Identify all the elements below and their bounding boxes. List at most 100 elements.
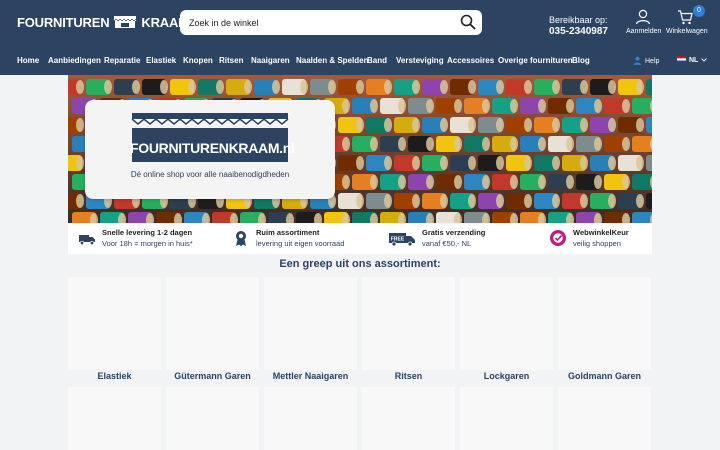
- category-tile-lockgaren[interactable]: [460, 277, 553, 370]
- spool-end: [482, 99, 490, 113]
- hero-tagline: Dé online shop voor alle naaibenodigdhed…: [130, 170, 290, 179]
- nav-item-aanbiedingen[interactable]: Aanbiedingen: [48, 56, 101, 65]
- spool-end: [510, 175, 518, 189]
- nav-item-elastiek[interactable]: Elastiek: [146, 56, 176, 65]
- category-label[interactable]: Ritsen: [362, 371, 455, 381]
- spool-end: [510, 137, 518, 151]
- help-label: Help: [645, 58, 660, 65]
- language-selector[interactable]: NL: [677, 56, 708, 65]
- spool-end: [552, 194, 560, 208]
- cart-button[interactable]: 0 Winkelwagen: [666, 5, 708, 35]
- spool-end: [398, 137, 406, 151]
- help-user-icon: [633, 56, 642, 67]
- nav-item-home[interactable]: Home: [17, 56, 39, 65]
- category-label[interactable]: Gütermann Garen: [166, 371, 259, 381]
- search-bar: [180, 10, 482, 35]
- spool-end: [216, 80, 224, 94]
- category-tile-gutermann-garen[interactable]: [166, 277, 259, 370]
- usp-webwinkelkeur[interactable]: WebwinkelKeur veilig shoppen: [549, 227, 629, 249]
- spool-end: [594, 99, 602, 113]
- contact-info: Bereikbaar op: 035-2340987: [549, 14, 608, 38]
- assortment-title: Een greep uit ons assortiment:: [279, 258, 441, 270]
- main-nav: Home Aanbiedingen Reparatie Elastiek Kno…: [0, 56, 720, 70]
- nav-item-accessoires[interactable]: Accessoires: [447, 56, 494, 65]
- contact-phone[interactable]: 035-2340987: [549, 26, 608, 38]
- spool-end: [594, 175, 602, 189]
- nav-item-blog[interactable]: Blog: [572, 56, 590, 65]
- spool-end: [524, 156, 532, 170]
- spool-end: [636, 156, 644, 170]
- spool-end: [468, 194, 476, 208]
- nav-item-reparatie[interactable]: Reparatie: [104, 56, 140, 65]
- usp-bar: Snelle levering 1-2 dagen Voor 18h = mor…: [68, 224, 652, 254]
- nav-item-ritsen[interactable]: Ritsen: [219, 56, 243, 65]
- cart-label: Winkelwagen: [666, 28, 708, 35]
- spool-end: [524, 80, 532, 94]
- usp-title: Gratis verzending: [422, 228, 486, 237]
- logo-text-left: FOURNITUREN: [17, 14, 110, 30]
- spool-end: [622, 99, 630, 113]
- thread-spool: [632, 174, 652, 190]
- category-tile[interactable]: [460, 387, 553, 450]
- spool-end: [426, 137, 434, 151]
- category-tile[interactable]: [166, 387, 259, 450]
- spool-end: [384, 80, 392, 94]
- category-tile-mettler-naaigaren[interactable]: [264, 277, 357, 370]
- usp-subtitle: vanaf €50,- NL: [422, 239, 472, 248]
- spool-end: [524, 194, 532, 208]
- nav-item-knopen[interactable]: Knopen: [183, 56, 213, 65]
- spool-end: [440, 156, 448, 170]
- usp-fast-delivery: Snelle levering 1-2 dagen Voor 18h = mor…: [78, 227, 193, 249]
- spool-end: [622, 175, 630, 189]
- category-tile[interactable]: [68, 387, 161, 450]
- nav-item-naalden-spelden[interactable]: Naalden & Spelden: [296, 56, 368, 65]
- nav-item-band[interactable]: Band: [367, 56, 387, 65]
- nav-item-versteviging[interactable]: Versteviging: [396, 56, 444, 65]
- category-label[interactable]: Lockgaren: [460, 371, 553, 381]
- usp-free-shipping: FREE Gratis verzending vanaf €50,- NL: [388, 227, 485, 249]
- spool-end: [636, 194, 644, 208]
- spool-end: [608, 80, 616, 94]
- category-label[interactable]: Goldmann Garen: [558, 371, 651, 381]
- spool-end: [76, 80, 84, 94]
- cart-icon: 0: [666, 5, 705, 25]
- category-label[interactable]: Mettler Naaigaren: [264, 371, 357, 381]
- spool-end: [510, 99, 518, 113]
- site-logo[interactable]: FOURNITUREN KRAAM: [17, 13, 189, 31]
- webwinkelkeur-icon: [549, 229, 567, 247]
- thread-spool: [646, 193, 652, 209]
- spool-end: [104, 80, 112, 94]
- spool-end: [342, 175, 350, 189]
- spool-end: [538, 175, 546, 189]
- spool-end: [440, 194, 448, 208]
- spool-end: [244, 80, 252, 94]
- spool-end: [384, 194, 392, 208]
- nav-item-overige-fournituren[interactable]: Overige fournituren: [498, 56, 573, 65]
- free-shipping-icon: FREE: [388, 229, 416, 247]
- spool-end: [342, 137, 350, 151]
- spool-end: [76, 194, 84, 208]
- spool-end: [608, 156, 616, 170]
- contact-label: Bereikbaar op:: [549, 15, 608, 25]
- category-label[interactable]: Elastiek: [68, 371, 161, 381]
- spool-end: [636, 118, 644, 132]
- search-input[interactable]: [189, 10, 449, 35]
- category-tile-ritsen[interactable]: [362, 277, 455, 370]
- search-icon[interactable]: [460, 14, 476, 30]
- spool-end: [580, 118, 588, 132]
- nav-item-naaigaren[interactable]: Naaigaren: [251, 56, 290, 65]
- account-button[interactable]: Aanmelden: [626, 9, 662, 35]
- category-tile[interactable]: [362, 387, 455, 450]
- category-tile[interactable]: [264, 387, 357, 450]
- user-icon: [626, 9, 660, 25]
- usp-subtitle: veilig shoppen: [573, 239, 621, 248]
- category-tile-goldmann-garen[interactable]: [558, 277, 651, 370]
- account-label: Aanmelden: [626, 28, 662, 35]
- category-tile-elastiek[interactable]: [68, 277, 161, 370]
- spool-end: [384, 156, 392, 170]
- usp-title: WebwinkelKeur: [573, 228, 629, 237]
- help-link[interactable]: Help: [633, 56, 659, 67]
- spool-end: [552, 118, 560, 132]
- category-tile[interactable]: [558, 387, 651, 450]
- usp-assortment: Ruim assortiment levering uit eigen voor…: [232, 227, 344, 249]
